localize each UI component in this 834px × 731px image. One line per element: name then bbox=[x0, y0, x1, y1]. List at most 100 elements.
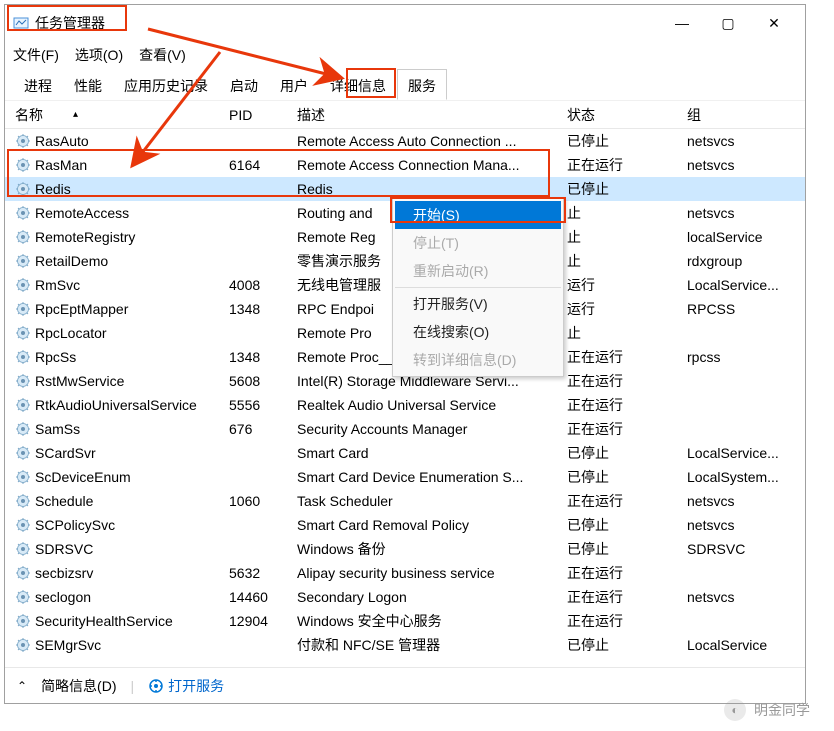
service-row[interactable]: SamSs676Security Accounts Manager正在运行 bbox=[5, 417, 805, 441]
col-header-status[interactable]: 状态 bbox=[567, 105, 687, 125]
service-desc: Redis bbox=[297, 181, 567, 197]
ctx-search-online[interactable]: 在线搜索(O) bbox=[395, 318, 561, 346]
service-name: RpcLocator bbox=[35, 325, 107, 341]
tab-performance[interactable]: 性能 bbox=[63, 69, 113, 100]
service-icon bbox=[15, 589, 31, 605]
service-pid: 5608 bbox=[229, 373, 297, 389]
service-row[interactable]: ScDeviceEnumSmart Card Device Enumeratio… bbox=[5, 465, 805, 489]
menu-view[interactable]: 查看(V) bbox=[139, 45, 186, 65]
wechat-icon: ◐ bbox=[724, 699, 746, 721]
service-icon bbox=[15, 349, 31, 365]
service-icon bbox=[15, 157, 31, 173]
service-row[interactable]: Schedule1060Task Scheduler正在运行netsvcs bbox=[5, 489, 805, 513]
service-desc: Realtek Audio Universal Service bbox=[297, 397, 567, 413]
service-name: SEMgrSvc bbox=[35, 637, 101, 653]
service-group: localService bbox=[687, 229, 799, 245]
context-menu: 开始(S) 停止(T) 重新启动(R) 打开服务(V) 在线搜索(O) 转到详细… bbox=[392, 198, 564, 377]
service-status: 正在运行 bbox=[567, 419, 687, 439]
service-row[interactable]: SCardSvrSmart Card已停止LocalService... bbox=[5, 441, 805, 465]
service-name: seclogon bbox=[35, 589, 91, 605]
ctx-open-services[interactable]: 打开服务(V) bbox=[395, 290, 561, 318]
service-group: LocalService... bbox=[687, 277, 799, 293]
service-group: LocalService bbox=[687, 637, 799, 653]
tab-users[interactable]: 用户 bbox=[269, 69, 319, 100]
service-pid: 5632 bbox=[229, 565, 297, 581]
service-name: RstMwService bbox=[35, 373, 124, 389]
service-icon bbox=[15, 613, 31, 629]
window-controls: — ▢ ✕ bbox=[659, 7, 797, 39]
service-pid: 1060 bbox=[229, 493, 297, 509]
service-status: 正在运行 bbox=[567, 395, 687, 415]
service-status: 已停止 bbox=[567, 539, 687, 559]
service-status: 已停止 bbox=[567, 515, 687, 535]
service-group: netsvcs bbox=[687, 157, 799, 173]
service-status: 正在运行 bbox=[567, 587, 687, 607]
service-icon bbox=[15, 421, 31, 437]
menu-file[interactable]: 文件(F) bbox=[13, 45, 59, 65]
sort-asc-icon: ▴ bbox=[73, 109, 78, 120]
service-row[interactable]: SDRSVCWindows 备份已停止SDRSVC bbox=[5, 537, 805, 561]
service-name: Redis bbox=[35, 181, 71, 197]
service-row[interactable]: secbizsrv5632Alipay security business se… bbox=[5, 561, 805, 585]
service-status: 正在运行 bbox=[567, 611, 687, 631]
service-row[interactable]: SCPolicySvcSmart Card Removal Policy已停止n… bbox=[5, 513, 805, 537]
service-icon bbox=[15, 397, 31, 413]
minimize-button[interactable]: — bbox=[659, 7, 705, 39]
service-name: RasMan bbox=[35, 157, 87, 173]
service-desc: Smart Card bbox=[297, 445, 567, 461]
status-open-services[interactable]: 打开服务 bbox=[148, 676, 224, 696]
service-icon bbox=[15, 517, 31, 533]
col-header-desc[interactable]: 描述 bbox=[297, 105, 567, 125]
service-name: RmSvc bbox=[35, 277, 80, 293]
chevron-up-icon[interactable]: ⌃ bbox=[17, 679, 27, 693]
service-icon bbox=[15, 493, 31, 509]
status-brief[interactable]: 简略信息(D) bbox=[41, 676, 116, 696]
service-row[interactable]: RasMan6164Remote Access Connection Mana.… bbox=[5, 153, 805, 177]
service-row[interactable]: RasAutoRemote Access Auto Connection ...… bbox=[5, 129, 805, 153]
tab-startup[interactable]: 启动 bbox=[219, 69, 269, 100]
tab-details[interactable]: 详细信息 bbox=[319, 69, 397, 100]
service-group: rpcss bbox=[687, 349, 799, 365]
service-status: 运行 bbox=[567, 275, 687, 295]
service-name: RtkAudioUniversalService bbox=[35, 397, 197, 413]
tab-processes[interactable]: 进程 bbox=[13, 69, 63, 100]
service-icon bbox=[15, 469, 31, 485]
service-status: 正在运行 bbox=[567, 347, 687, 367]
menu-options[interactable]: 选项(O) bbox=[75, 45, 123, 65]
service-status: 已停止 bbox=[567, 467, 687, 487]
titlebar[interactable]: 任务管理器 — ▢ ✕ bbox=[5, 5, 805, 41]
service-row[interactable]: RtkAudioUniversalService5556Realtek Audi… bbox=[5, 393, 805, 417]
content: 名称▴ PID 描述 状态 组 RasAutoRemote Access Aut… bbox=[5, 101, 805, 667]
service-name: SDRSVC bbox=[35, 541, 93, 557]
service-row[interactable]: SEMgrSvc付款和 NFC/SE 管理器已停止LocalService bbox=[5, 633, 805, 657]
maximize-button[interactable]: ▢ bbox=[705, 7, 751, 39]
service-group: netsvcs bbox=[687, 205, 799, 221]
service-pid: 676 bbox=[229, 421, 297, 437]
service-desc: Task Scheduler bbox=[297, 493, 567, 509]
col-header-name[interactable]: 名称▴ bbox=[11, 105, 229, 125]
tab-services[interactable]: 服务 bbox=[397, 69, 447, 100]
service-desc: Remote Access Connection Mana... bbox=[297, 157, 567, 173]
service-row[interactable]: seclogon14460Secondary Logon正在运行netsvcs bbox=[5, 585, 805, 609]
service-status: 已停止 bbox=[567, 131, 687, 151]
close-button[interactable]: ✕ bbox=[751, 7, 797, 39]
service-desc: Alipay security business service bbox=[297, 565, 567, 581]
ctx-start[interactable]: 开始(S) bbox=[395, 201, 561, 229]
service-group: SDRSVC bbox=[687, 541, 799, 557]
service-pid: 12904 bbox=[229, 613, 297, 629]
service-desc: Windows 安全中心服务 bbox=[297, 611, 567, 631]
tabs: 进程 性能 应用历史记录 启动 用户 详细信息 服务 bbox=[5, 69, 805, 101]
service-group: RPCSS bbox=[687, 301, 799, 317]
service-name: RemoteRegistry bbox=[35, 229, 135, 245]
service-name: SCPolicySvc bbox=[35, 517, 115, 533]
service-icon bbox=[15, 253, 31, 269]
col-header-group[interactable]: 组 bbox=[687, 105, 799, 125]
service-row[interactable]: SecurityHealthService 12904Windows 安全中心服务… bbox=[5, 609, 805, 633]
service-group: netsvcs bbox=[687, 493, 799, 509]
watermark: ◐ 明金同学 bbox=[724, 699, 810, 721]
service-icon bbox=[15, 229, 31, 245]
service-name: SecurityHealthService bbox=[35, 613, 173, 629]
tab-app-history[interactable]: 应用历史记录 bbox=[113, 69, 219, 100]
col-header-pid[interactable]: PID bbox=[229, 107, 297, 123]
service-desc: Smart Card Removal Policy bbox=[297, 517, 567, 533]
